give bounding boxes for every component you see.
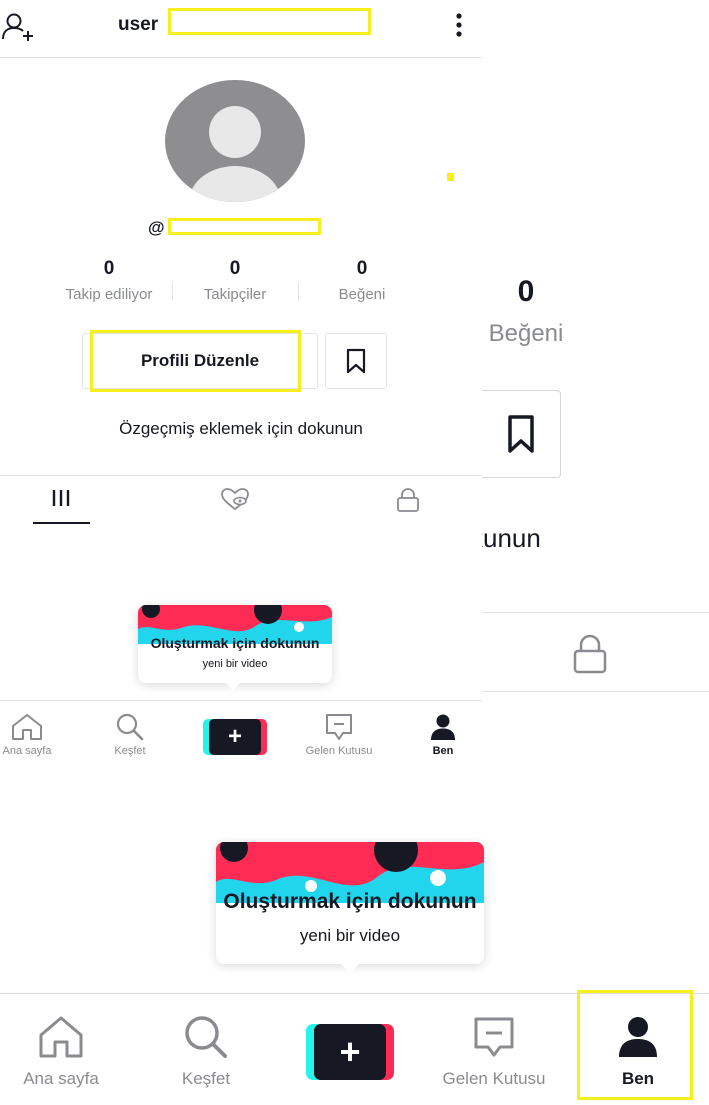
nav-item-discover[interactable]: Keşfet — [141, 1015, 271, 1089]
nav-item-home[interactable]: Ana sayfa — [0, 1015, 126, 1089]
stat-likes[interactable]: 0 Beğeni — [302, 258, 422, 303]
create-video-tooltip[interactable]: Oluşturmak için dokunun yeni bir video — [138, 605, 332, 691]
stat-followers[interactable]: 0 Takipçiler — [175, 258, 295, 303]
username-title: user — [118, 14, 159, 35]
nav-item-inbox[interactable]: Gelen Kutusu — [429, 1015, 559, 1089]
tab-videos[interactable] — [31, 487, 91, 525]
bg-favorites-button[interactable] — [482, 390, 561, 478]
bookmark-icon — [508, 415, 534, 453]
nav-item-inbox[interactable]: Gelen Kutusu — [297, 713, 381, 757]
inbox-icon — [326, 714, 352, 740]
nav-label-discover: Keşfet — [181, 1069, 231, 1088]
create-video-button[interactable]: + — [306, 1024, 394, 1080]
tooltip-subtitle: yeni bir video — [202, 658, 268, 670]
create-plus-icon: + — [209, 719, 261, 755]
nav-item-profile[interactable]: Ben — [401, 713, 485, 757]
favorites-button[interactable] — [325, 333, 387, 389]
stat-value: 0 — [229, 258, 241, 279]
home-icon — [39, 1016, 83, 1058]
stat-value: 0 — [356, 258, 368, 279]
tooltip-title: Oluşturmak için dokunun — [223, 890, 477, 913]
tooltip-title: Oluşturmak için dokunun — [150, 635, 320, 651]
stat-value: 0 — [103, 258, 115, 279]
nav-item-profile[interactable]: Ben — [573, 1015, 703, 1089]
bg-likes-label: Beğeni — [488, 320, 564, 347]
nav-label-discover: Keşfet — [114, 745, 146, 757]
tooltip-arrow — [226, 683, 240, 691]
nav-item-discover[interactable]: Keşfet — [88, 713, 172, 757]
divider — [482, 612, 709, 613]
tab-private[interactable] — [378, 487, 438, 525]
profile-icon — [619, 1017, 657, 1057]
edit-profile-button[interactable]: Profili Düzenle — [82, 333, 318, 389]
highlight-box-handle — [168, 218, 321, 235]
stat-label: Takip ediliyor — [65, 286, 153, 303]
tabs-divider — [0, 475, 482, 476]
tab-liked[interactable] — [205, 487, 265, 525]
videos-grid-icon — [52, 490, 70, 506]
lock-icon[interactable] — [570, 633, 610, 680]
active-tab-indicator — [33, 522, 90, 524]
more-options-icon[interactable] — [452, 12, 466, 43]
home-icon — [12, 714, 42, 740]
inbox-icon — [474, 1017, 514, 1057]
bookmark-icon — [346, 348, 366, 374]
profile-icon — [431, 714, 455, 740]
tooltip-arrow — [341, 964, 359, 973]
header-divider — [0, 57, 482, 58]
bg-likes-count: 0 — [517, 275, 535, 308]
bottom-nav-divider — [0, 993, 709, 994]
bottom-nav-divider — [0, 700, 482, 701]
user-handle: @ — [148, 218, 165, 237]
avatar[interactable] — [165, 80, 305, 202]
liked-videos-icon — [221, 488, 249, 511]
search-icon — [185, 1016, 227, 1058]
stat-label: Takipçiler — [203, 286, 267, 303]
highlight-box-username — [168, 8, 371, 35]
create-video-tooltip-large[interactable]: Oluşturmak için dokunun yeni bir video — [216, 842, 484, 973]
profile-screen: user @ 0 Takip ediliyor 0 Takipçiler 0 B… — [0, 0, 482, 770]
nav-item-home[interactable]: Ana sayfa — [0, 713, 69, 757]
nav-label-inbox: Gelen Kutusu — [442, 1069, 546, 1088]
nav-label-inbox: Gelen Kutusu — [305, 745, 373, 757]
nav-label-home: Ana sayfa — [2, 745, 52, 757]
private-lock-icon — [397, 488, 419, 512]
stat-divider — [172, 282, 173, 300]
stat-following[interactable]: 0 Takip ediliyor — [49, 258, 169, 303]
tooltip-subtitle: yeni bir video — [299, 926, 401, 945]
bio-prompt[interactable]: Özgeçmiş eklemek için dokunun — [0, 419, 482, 439]
nav-label-profile: Ben — [621, 1069, 655, 1088]
nav-label-profile: Ben — [432, 745, 454, 757]
create-plus-icon: + — [314, 1024, 386, 1080]
add-friend-icon[interactable] — [2, 12, 38, 47]
highlight-mark — [447, 173, 454, 181]
stat-divider — [298, 282, 299, 300]
divider — [482, 691, 709, 692]
nav-label-home: Ana sayfa — [23, 1069, 99, 1088]
search-icon — [116, 713, 144, 741]
create-video-button[interactable]: + — [203, 719, 267, 755]
stat-label: Beğeni — [338, 286, 386, 303]
